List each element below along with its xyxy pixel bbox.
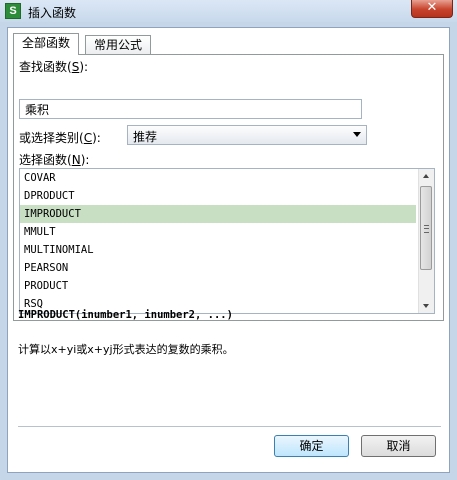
ok-button[interactable]: 确定 [274,435,349,457]
scroll-up-button[interactable] [419,169,434,184]
list-item-selected[interactable]: IMPRODUCT [20,205,416,223]
spreadsheet-app-icon: S [5,3,21,19]
chevron-down-icon [353,132,361,137]
function-listbox[interactable]: COVAR DPRODUCT IMPRODUCT MMULT MULTINOMI… [19,168,435,314]
title-bar[interactable]: S 插入函数 ✕ [0,0,457,22]
category-select[interactable]: 推荐 [127,125,367,145]
tab-label: 全部函数 [22,36,71,50]
category-select-value: 推荐 [133,130,158,144]
list-item[interactable]: COVAR [20,169,416,187]
tab-panel: 查找函数(S): 或选择类别(C): 推荐 选择函数(N): COVAR DPR… [13,54,444,321]
window-title: 插入函数 [28,6,77,20]
list-item[interactable]: PRODUCT [20,277,416,295]
search-label: 查找函数(S): [19,60,89,74]
arrow-up-icon [423,174,429,178]
grip-icon [424,225,429,233]
arrow-down-icon [423,304,429,308]
close-icon: ✕ [426,0,438,15]
function-description: 计算以x+yi或x+yj形式表达的复数的乘积。 [18,343,234,356]
scroll-down-button[interactable] [419,298,434,313]
function-list-label: 选择函数(N): [19,153,90,167]
cancel-button[interactable]: 取消 [361,435,436,457]
category-label: 或选择类别(C): [19,131,101,145]
function-signature: IMPRODUCT(inumber1, inumber2, ...) [18,309,233,321]
divider [18,426,441,427]
list-scrollbar[interactable] [418,169,434,313]
list-item[interactable]: PEARSON [20,259,416,277]
close-button[interactable]: ✕ [411,0,453,18]
list-item[interactable]: MMULT [20,223,416,241]
tab-all-functions[interactable]: 全部函数 [13,33,80,55]
search-input[interactable] [19,99,362,119]
tab-common-formulas[interactable]: 常用公式 [85,35,152,54]
scroll-thumb[interactable] [420,186,432,270]
dialog-body: 全部函数 常用公式 查找函数(S): 或选择类别(C): 推荐 选择函数(N):… [7,27,450,473]
tab-label: 常用公式 [94,38,143,52]
list-item[interactable]: MULTINOMIAL [20,241,416,259]
list-item[interactable]: DPRODUCT [20,187,416,205]
